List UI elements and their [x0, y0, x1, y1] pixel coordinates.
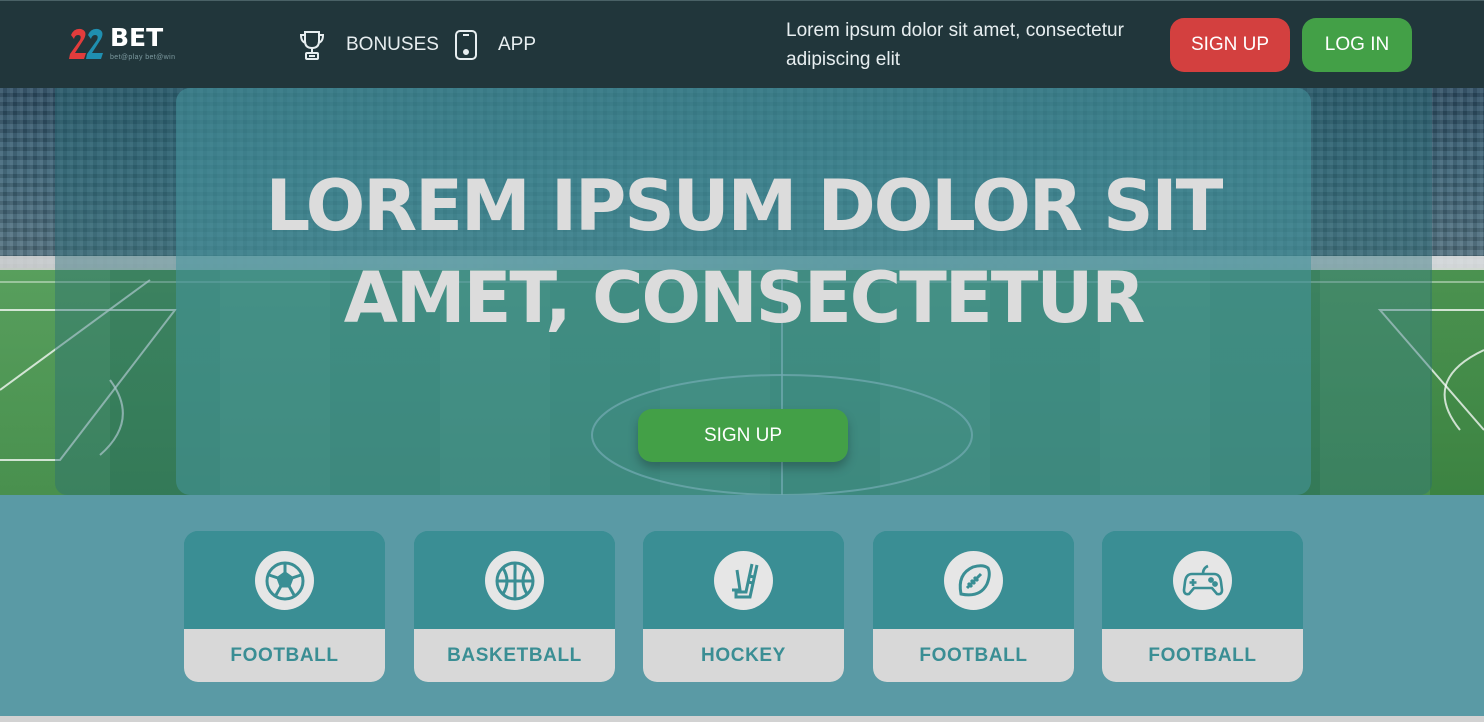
- category-label: FOOTBALL: [1102, 629, 1303, 682]
- logo[interactable]: BET bet@play bet@win: [68, 23, 192, 67]
- category-card-football[interactable]: FOOTBALL: [184, 531, 385, 682]
- hero-signup-button[interactable]: SIGN UP: [638, 409, 848, 462]
- nav-bonuses[interactable]: BONUSES: [298, 29, 439, 61]
- soccer-ball-icon: [255, 551, 314, 610]
- hockey-stick-icon: [714, 551, 773, 610]
- logo-tagline: bet@play bet@win: [110, 54, 176, 61]
- smartphone-icon: [455, 30, 477, 60]
- category-label: FOOTBALL: [184, 629, 385, 682]
- category-card-american-football[interactable]: FOOTBALL: [873, 531, 1074, 682]
- nav-app[interactable]: APP: [454, 29, 536, 61]
- basketball-icon: [485, 551, 544, 610]
- american-football-icon: [944, 551, 1003, 610]
- site-header: BET bet@play bet@win BONUSES APP Lorem i…: [0, 0, 1484, 88]
- category-label: BASKETBALL: [414, 629, 615, 682]
- gamepad-icon: [1173, 551, 1232, 610]
- header-tagline: Lorem ipsum dolor sit amet, consectetur …: [786, 20, 1124, 70]
- trophy-icon: [299, 31, 325, 60]
- logo-22-icon: [69, 28, 103, 59]
- nav-bonuses-label: BONUSES: [346, 34, 439, 55]
- sport-categories: FOOTBALL BASKETBALL HOCKEY FOOTBALL FOOT…: [0, 495, 1484, 716]
- logo-text: BET: [110, 23, 164, 52]
- category-card-basketball[interactable]: BASKETBALL: [414, 531, 615, 682]
- category-card-hockey[interactable]: HOCKEY: [643, 531, 844, 682]
- hero-title: LOREM IPSUM DOLOR SIT AMET, CONSECTETUR: [176, 160, 1311, 344]
- hero-title-line-2: AMET, CONSECTETUR: [343, 257, 1146, 339]
- login-button[interactable]: LOG IN: [1302, 18, 1412, 72]
- nav-app-label: APP: [498, 34, 537, 55]
- signup-button[interactable]: SIGN UP: [1170, 18, 1290, 72]
- hero-title-line-1: LOREM IPSUM DOLOR SIT: [265, 165, 1224, 247]
- hero-banner: LOREM IPSUM DOLOR SIT AMET, CONSECTETUR …: [0, 88, 1484, 495]
- category-label: FOOTBALL: [873, 629, 1074, 682]
- category-card-esports[interactable]: FOOTBALL: [1102, 531, 1303, 682]
- category-label: HOCKEY: [643, 629, 844, 682]
